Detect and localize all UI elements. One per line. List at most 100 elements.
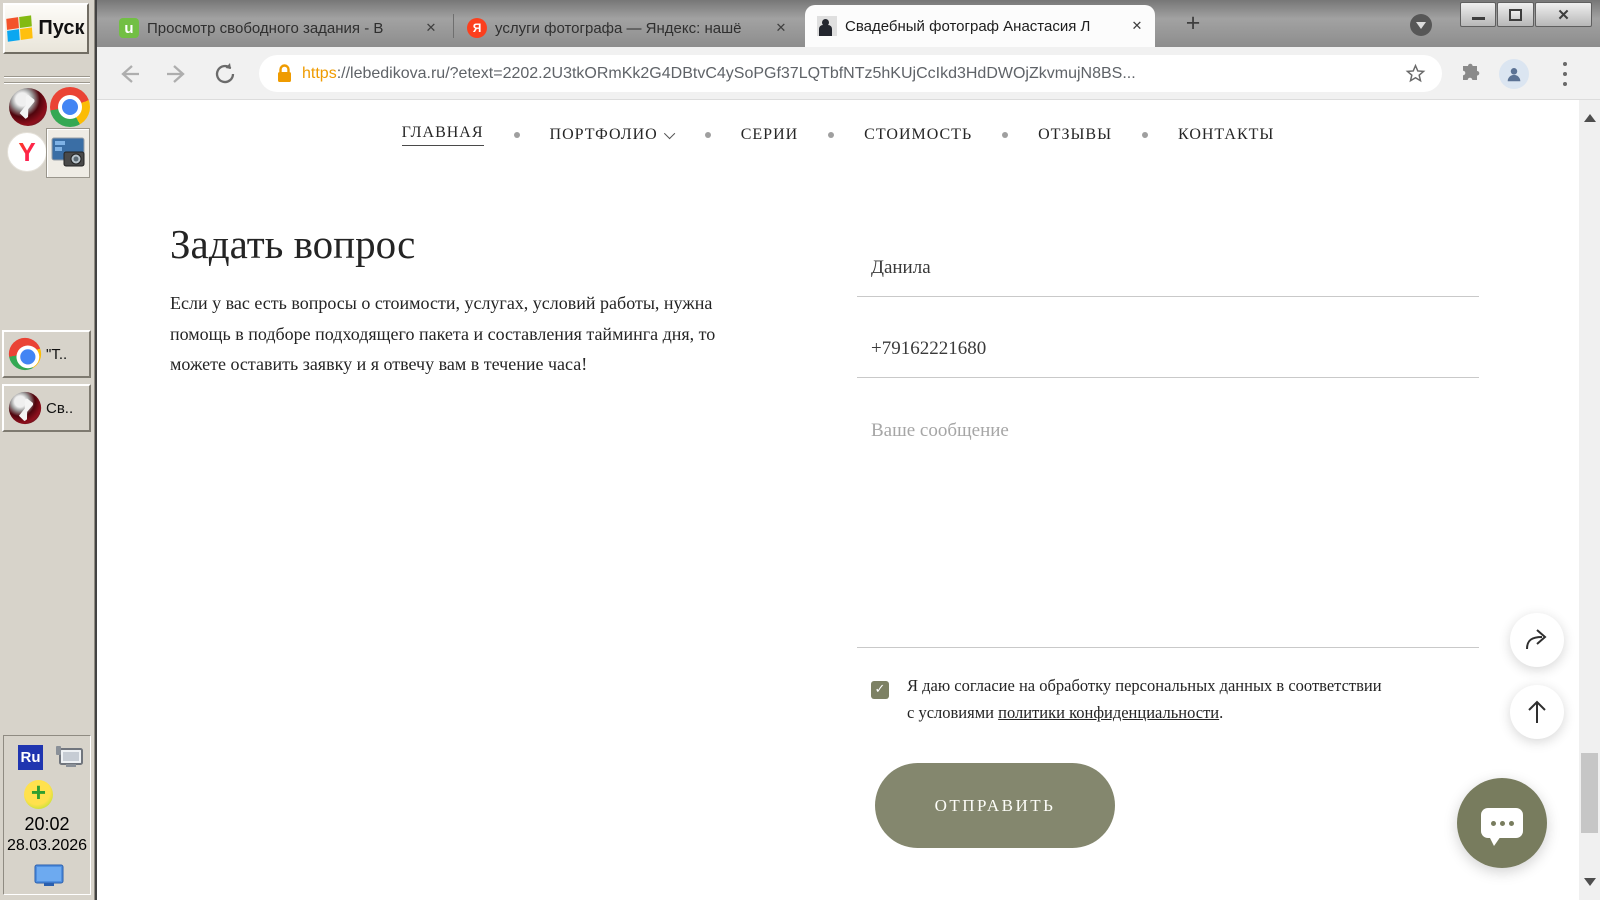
bookmark-star-icon[interactable]	[1405, 63, 1426, 84]
chevron-down-icon	[1416, 21, 1426, 29]
tab-strip: u Просмотр свободного задания - В ✕ Я ус…	[97, 0, 1600, 47]
scrollbar-down-arrow[interactable]	[1584, 878, 1596, 886]
nav-dot	[1002, 132, 1009, 138]
url-text: https://lebedikova.ru/?etext=2202.2U3tkO…	[302, 64, 1136, 82]
scrollbar-up-arrow[interactable]	[1584, 114, 1596, 122]
minimize-icon	[1471, 17, 1485, 20]
message-field[interactable]	[857, 400, 1479, 648]
taskbar-window-comodo[interactable]: Св..	[2, 384, 91, 432]
site-navigation: ГЛАВНАЯ ПОРТФОЛИО СЕРИИ СТОИМОСТЬ ОТЗЫВЫ…	[97, 124, 1579, 146]
comodo-dragon-icon	[8, 391, 42, 425]
taskbar-window-chrome[interactable]: "Т..	[2, 330, 91, 378]
nav-dot	[1142, 132, 1149, 138]
reload-button[interactable]	[213, 62, 237, 86]
share-button[interactable]	[1510, 613, 1564, 667]
tray-date: 28.03.2026	[6, 837, 88, 854]
nav-dot	[828, 132, 835, 138]
comodo-dragon-icon	[9, 88, 47, 126]
chevron-down-icon	[663, 127, 675, 140]
start-button[interactable]: Пуск	[3, 3, 89, 54]
yandex-browser-icon: Y	[7, 132, 47, 172]
tab-title: Свадебный фотограф Анастасия Л	[845, 17, 1091, 35]
address-bar[interactable]: https://lebedikova.ru/?etext=2202.2U3tkO…	[259, 55, 1442, 92]
browser-window: u Просмотр свободного задания - В ✕ Я ус…	[95, 0, 1600, 900]
browser-toolbar: https://lebedikova.ru/?etext=2202.2U3tkO…	[97, 47, 1600, 100]
extensions-puzzle-icon[interactable]	[1458, 63, 1482, 87]
close-button[interactable]: ✕	[1535, 2, 1592, 27]
taskbar-window-label: "Т..	[46, 345, 68, 363]
nav-item-glavnaya[interactable]: ГЛАВНАЯ	[401, 124, 484, 146]
photo-favicon	[817, 16, 837, 36]
phone-field[interactable]	[857, 321, 1479, 378]
tray-clock: 20:02	[24, 814, 70, 834]
quicklaunch-yandex-browser[interactable]: Y	[7, 132, 47, 172]
quicklaunch-comodo-dragon[interactable]	[9, 88, 47, 126]
windows-logo-icon	[6, 14, 34, 43]
taskbar: Пуск Y "Т.. Св.. Ru + 20:02 28.03.2026	[0, 0, 95, 900]
chrome-icon	[50, 87, 90, 127]
tab-title: услуги фотографа — Яндекс: нашё	[495, 19, 742, 37]
tab-close-icon[interactable]: ✕	[1129, 18, 1145, 34]
new-tab-button[interactable]: +	[1179, 10, 1207, 38]
taskbar-separator	[4, 82, 90, 84]
tab-close-icon[interactable]: ✕	[773, 20, 789, 36]
tab-title: Просмотр свободного задания - В	[147, 19, 384, 37]
dot	[1563, 62, 1567, 66]
close-icon: ✕	[1557, 6, 1570, 24]
screenshot-tool-icon	[51, 137, 85, 167]
restore-icon	[1509, 8, 1522, 21]
page-content: ГЛАВНАЯ ПОРТФОЛИО СЕРИИ СТОИМОСТЬ ОТЗЫВЫ…	[97, 100, 1600, 900]
antivirus-360-icon[interactable]	[24, 778, 53, 809]
nav-dot	[513, 132, 520, 138]
tab-photographer-site[interactable]: Свадебный фотограф Анастасия Л ✕	[805, 5, 1155, 47]
quicklaunch-chrome[interactable]	[50, 87, 90, 127]
nav-item-kontakty[interactable]: КОНТАКТЫ	[1178, 126, 1274, 144]
chat-widget-button[interactable]	[1457, 778, 1547, 868]
nav-item-stoimost[interactable]: СТОИМОСТЬ	[864, 126, 972, 144]
nav-item-portfolio[interactable]: ПОРТФОЛИО	[550, 126, 675, 144]
lock-icon[interactable]	[277, 64, 292, 83]
nav-item-serii[interactable]: СЕРИИ	[741, 126, 798, 144]
scrollbar-thumb[interactable]	[1581, 753, 1598, 833]
browser-menu-button[interactable]	[1561, 62, 1569, 86]
show-desktop-icon[interactable]	[34, 864, 64, 888]
tab-task-view[interactable]: u Просмотр свободного задания - В ✕	[107, 9, 449, 47]
chrome-icon	[8, 337, 42, 371]
minimize-button[interactable]	[1460, 2, 1496, 27]
youdo-favicon: u	[119, 18, 139, 38]
page-description: Если у вас есть вопросы о стоимости, усл…	[170, 293, 716, 374]
dot	[1563, 82, 1567, 86]
dot	[1563, 72, 1567, 76]
yandex-favicon: Я	[467, 18, 487, 38]
consent-checkbox[interactable]: ✓	[871, 681, 889, 699]
tab-yandex-search[interactable]: Я услуги фотографа — Яндекс: нашё ✕	[455, 9, 799, 47]
person-icon	[1507, 68, 1521, 82]
taskbar-window-label: Св..	[46, 399, 74, 417]
scroll-to-top-button[interactable]	[1510, 685, 1564, 739]
profile-avatar[interactable]	[1499, 59, 1529, 89]
restore-button[interactable]	[1497, 2, 1534, 27]
privacy-policy-link[interactable]: политики конфиденциальности	[998, 703, 1219, 722]
arrow-up-icon	[1528, 700, 1546, 723]
tab-close-icon[interactable]: ✕	[423, 20, 439, 36]
language-indicator[interactable]: Ru	[18, 745, 43, 770]
back-button[interactable]	[117, 62, 141, 86]
name-field[interactable]	[857, 240, 1479, 297]
page-title: Задать вопрос	[170, 221, 416, 267]
quicklaunch-screenshot-tool[interactable]	[46, 128, 90, 178]
tab-separator	[453, 14, 454, 38]
forward-button[interactable]	[165, 62, 189, 86]
network-icon[interactable]	[54, 745, 84, 771]
start-label: Пуск	[38, 17, 85, 39]
consent-text: Я даю согласие на обработку персональных…	[907, 676, 1382, 722]
taskbar-separator	[4, 76, 90, 78]
tab-search-menu-button[interactable]	[1410, 14, 1432, 36]
submit-button[interactable]: ОТПРАВИТЬ	[875, 763, 1115, 848]
share-arrow-icon	[1526, 629, 1547, 650]
system-tray: Ru 20:02 28.03.2026	[3, 735, 91, 895]
nav-dot	[704, 132, 711, 138]
chat-bubble-icon	[1481, 808, 1523, 846]
scrollbar	[1579, 100, 1600, 900]
nav-item-otzyvy[interactable]: ОТЗЫВЫ	[1038, 126, 1112, 144]
screen: Пуск Y "Т.. Св.. Ru + 20:02 28.03.2026 u…	[0, 0, 1600, 900]
